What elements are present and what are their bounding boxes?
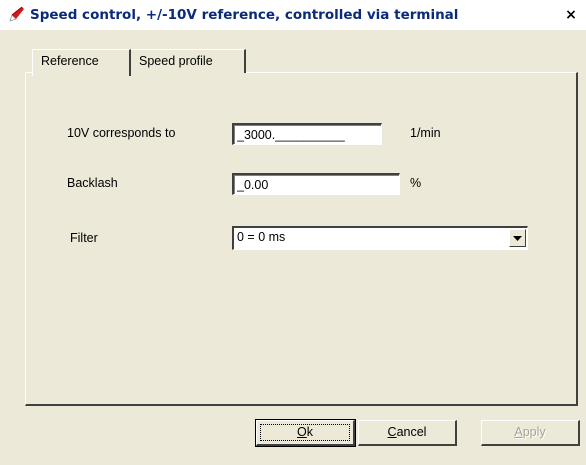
filter-selected-value: 0 = 0 ms — [237, 230, 286, 244]
filter-dropdown-button[interactable] — [509, 229, 526, 247]
cancel-button[interactable]: Cancel — [358, 420, 457, 446]
close-button[interactable]: × — [560, 6, 582, 24]
reference-label: 10V corresponds to — [67, 126, 176, 140]
backlash-unit: % — [410, 176, 422, 190]
filter-label: Filter — [70, 231, 98, 245]
ok-button[interactable]: Ok — [255, 419, 356, 447]
filter-select[interactable]: 0 = 0 ms — [232, 226, 528, 250]
tab-reference[interactable]: Reference — [32, 49, 131, 76]
backlash-label: Backlash — [67, 176, 118, 190]
apply-button[interactable]: Apply — [481, 420, 580, 446]
focus-rectangle — [260, 424, 350, 441]
apply-button-label: pply — [522, 425, 546, 439]
reference-value-field[interactable] — [232, 123, 382, 145]
dialog-window: Speed control, +/-10V reference, control… — [0, 0, 586, 465]
window-title: Speed control, +/-10V reference, control… — [30, 7, 459, 23]
backlash-value-field[interactable] — [232, 173, 400, 195]
app-icon — [9, 6, 25, 22]
reference-unit: 1/min — [410, 126, 441, 140]
apply-button-mnemonic: A — [514, 425, 523, 439]
cancel-button-mnemonic: C — [387, 425, 397, 439]
tab-speed-profile[interactable]: Speed profile — [131, 49, 246, 73]
cancel-button-label: ancel — [396, 425, 427, 439]
chevron-down-icon — [513, 236, 522, 241]
title-bar[interactable]: Speed control, +/-10V reference, control… — [0, 0, 586, 30]
